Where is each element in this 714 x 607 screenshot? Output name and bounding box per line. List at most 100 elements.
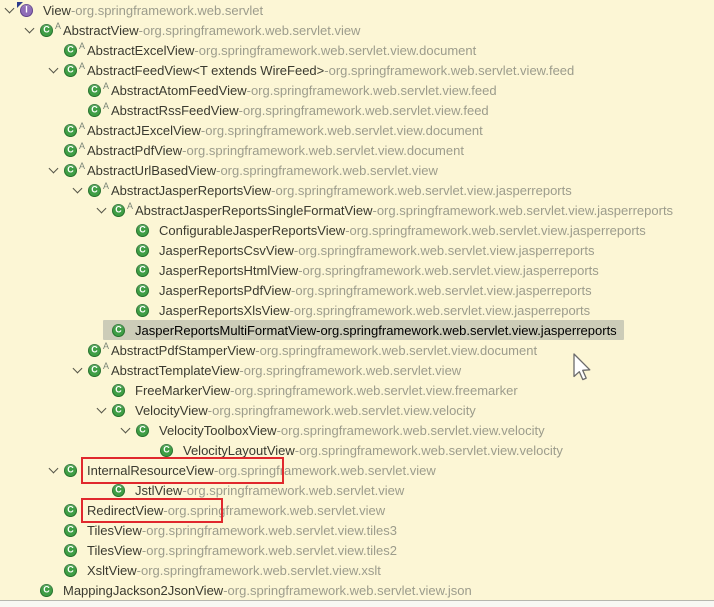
- class-icon: C: [88, 84, 101, 97]
- class-icon: C: [112, 384, 125, 397]
- icon-letter: C: [67, 145, 74, 154]
- class-icon: C: [88, 364, 101, 377]
- tree-row-jasperreportshtmlview[interactable]: C JasperReportsHtmlView - org.springfram…: [0, 260, 714, 280]
- tree-row-view[interactable]: I View - org.springframework.web.servlet: [0, 0, 714, 20]
- tree-row-content[interactable]: C A AbstractRssFeedView - org.springfram…: [79, 100, 496, 120]
- class-name: JasperReportsXlsView: [159, 303, 290, 318]
- tree-row-content[interactable]: C ConfigurableJasperReportsView - org.sp…: [127, 220, 653, 240]
- tree-row-content[interactable]: C MappingJackson2JsonView - org.springfr…: [31, 580, 479, 600]
- icon-letter: C: [91, 85, 98, 94]
- tree-row-jasperreportspdfview[interactable]: C JasperReportsPdfView - org.springframe…: [0, 280, 714, 300]
- tree-row-content[interactable]: C JstlView - org.springframework.web.ser…: [103, 480, 411, 500]
- tree-row-tilesview[interactable]: C TilesView - org.springframework.web.se…: [0, 520, 714, 540]
- tree-row-abstractpdfstamperview[interactable]: C A AbstractPdfStamperView - org.springf…: [0, 340, 714, 360]
- tree-row-content[interactable]: C JasperReportsMultiFormatView - org.spr…: [103, 320, 624, 340]
- package-name: org.springframework.web.servlet.view: [244, 363, 461, 378]
- tree-row-content[interactable]: C A AbstractJasperReportsView - org.spri…: [79, 180, 579, 200]
- tree-row-mappingjackson2jsonview[interactable]: C MappingJackson2JsonView - org.springfr…: [0, 580, 714, 600]
- tree-row-xsltview[interactable]: C XsltView - org.springframework.web.ser…: [0, 560, 714, 580]
- class-name: TilesView: [87, 543, 142, 558]
- tree-row-abstractfeedview-t-extends-wirefeed[interactable]: C A AbstractFeedView<T extends WireFeed>…: [0, 60, 714, 80]
- tree-row-freemarkerview[interactable]: C FreeMarkerView - org.springframework.w…: [0, 380, 714, 400]
- icon-letter: C: [91, 185, 98, 194]
- tree-row-content[interactable]: C A AbstractTemplateView - org.springfra…: [79, 360, 468, 380]
- package-name: org.springframework.web.servlet.view.jas…: [350, 223, 646, 238]
- class-name: AbstractFeedView<T extends WireFeed>: [87, 63, 324, 78]
- package-name: org.springframework.web.servlet.view.jas…: [295, 283, 591, 298]
- class-name: AbstractTemplateView: [111, 363, 239, 378]
- tree-row-configurablejasperreportsview[interactable]: C ConfigurableJasperReportsView - org.sp…: [0, 220, 714, 240]
- class-name: AbstractJExcelView: [87, 123, 201, 138]
- tree-row-abstractpdfview[interactable]: C A AbstractPdfView - org.springframewor…: [0, 140, 714, 160]
- package-name: org.springframework.web.servlet.view.xsl…: [141, 563, 381, 578]
- tree-row-jstlview[interactable]: C JstlView - org.springframework.web.ser…: [0, 480, 714, 500]
- tree-row-content[interactable]: C FreeMarkerView - org.springframework.w…: [103, 380, 525, 400]
- tree-row-jasperreportsmultiformatview[interactable]: C JasperReportsMultiFormatView - org.spr…: [0, 320, 714, 340]
- package-name: org.springframework.web.servlet.view.doc…: [199, 43, 476, 58]
- class-icon: C: [64, 564, 77, 577]
- tree-row-abstractrssfeedview[interactable]: C A AbstractRssFeedView - org.springfram…: [0, 100, 714, 120]
- tree-row-abstracturlbasedview[interactable]: C A AbstractUrlBasedView - org.springfra…: [0, 160, 714, 180]
- tree-row-content[interactable]: C JasperReportsPdfView - org.springframe…: [127, 280, 599, 300]
- tree-row-jasperreportscsvview[interactable]: C JasperReportsCsvView - org.springframe…: [0, 240, 714, 260]
- tree-row-content[interactable]: C VelocityLayoutView - org.springframewo…: [151, 440, 570, 460]
- class-icon: C: [136, 304, 149, 317]
- icon-letter: C: [67, 65, 74, 74]
- tree-row-content[interactable]: C A AbstractPdfStamperView - org.springf…: [79, 340, 544, 360]
- class-icon: C: [136, 424, 149, 437]
- tree-row-velocityview[interactable]: C VelocityView - org.springframework.web…: [0, 400, 714, 420]
- tree-row-abstractjasperreportsview[interactable]: C A AbstractJasperReportsView - org.spri…: [0, 180, 714, 200]
- tree-row-content[interactable]: C JasperReportsXlsView - org.springframe…: [127, 300, 597, 320]
- abstract-marker: A: [79, 122, 87, 131]
- class-name: JasperReportsCsvView: [159, 243, 294, 258]
- icon-letter: C: [139, 225, 146, 234]
- tree-row-abstractexcelview[interactable]: C A AbstractExcelView - org.springframew…: [0, 40, 714, 60]
- icon-letter: C: [115, 405, 122, 414]
- tree-row-content[interactable]: C A AbstractUrlBasedView - org.springfra…: [55, 160, 445, 180]
- package-name: org.springframework.web.servlet.view.jas…: [377, 203, 673, 218]
- class-icon: C: [136, 224, 149, 237]
- tree-row-content[interactable]: C VelocityView - org.springframework.web…: [103, 400, 483, 420]
- tree-row-content[interactable]: C JasperReportsCsvView - org.springframe…: [127, 240, 601, 260]
- tree-row-content[interactable]: C A AbstractView - org.springframework.w…: [31, 20, 367, 40]
- class-name: JstlView: [135, 483, 182, 498]
- class-name: InternalResourceView: [87, 463, 214, 478]
- tree-row-content[interactable]: C InternalResourceView - org.springframe…: [55, 460, 443, 480]
- tree-row-content[interactable]: C XsltView - org.springframework.web.ser…: [55, 560, 388, 580]
- class-icon: C: [64, 144, 77, 157]
- tree-row-redirectview[interactable]: C RedirectView - org.springframework.web…: [0, 500, 714, 520]
- tree-row-content[interactable]: C A AbstractJExcelView - org.springframe…: [55, 120, 490, 140]
- tree-row-content[interactable]: C JasperReportsHtmlView - org.springfram…: [127, 260, 606, 280]
- abstract-marker: A: [103, 82, 111, 91]
- tree-row-abstracttemplateview[interactable]: C A AbstractTemplateView - org.springfra…: [0, 360, 714, 380]
- tree-row-content[interactable]: C A AbstractFeedView<T extends WireFeed>…: [55, 60, 581, 80]
- tree-row-content[interactable]: C A AbstractJasperReportsSingleFormatVie…: [103, 200, 680, 220]
- tree-row-velocitytoolboxview[interactable]: C VelocityToolboxView - org.springframew…: [0, 420, 714, 440]
- tree-row-velocitylayoutview[interactable]: C VelocityLayoutView - org.springframewo…: [0, 440, 714, 460]
- tree-row-abstractview[interactable]: C A AbstractView - org.springframework.w…: [0, 20, 714, 40]
- tree-row-tilesview[interactable]: C TilesView - org.springframework.web.se…: [0, 540, 714, 560]
- tree-row-abstractatomfeedview[interactable]: C A AbstractAtomFeedView - org.springfra…: [0, 80, 714, 100]
- class-name: AbstractJasperReportsSingleFormatView: [135, 203, 372, 218]
- tree-row-internalresourceview[interactable]: C InternalResourceView - org.springframe…: [0, 460, 714, 480]
- tree-row-content[interactable]: C RedirectView - org.springframework.web…: [55, 500, 392, 520]
- tree-row-content[interactable]: I View - org.springframework.web.servlet: [11, 0, 270, 20]
- type-hierarchy-panel: I View - org.springframework.web.servlet…: [0, 0, 714, 607]
- tree-row-content[interactable]: C VelocityToolboxView - org.springframew…: [127, 420, 552, 440]
- tree-row-content[interactable]: C TilesView - org.springframework.web.se…: [55, 520, 404, 540]
- tree-row-content[interactable]: C TilesView - org.springframework.web.se…: [55, 540, 404, 560]
- package-name: org.springframework.web.servlet.view.fee…: [243, 103, 489, 118]
- tree-row-content[interactable]: C A AbstractPdfView - org.springframewor…: [55, 140, 471, 160]
- icon-letter: C: [67, 565, 74, 574]
- tree-row-jasperreportsxlsview[interactable]: C JasperReportsXlsView - org.springframe…: [0, 300, 714, 320]
- class-icon: C: [64, 164, 77, 177]
- package-name: org.springframework.web.servlet.view.doc…: [205, 123, 482, 138]
- class-name: ConfigurableJasperReportsView: [159, 223, 345, 238]
- tree-row-abstractjexcelview[interactable]: C A AbstractJExcelView - org.springframe…: [0, 120, 714, 140]
- tree-row-content[interactable]: C A AbstractAtomFeedView - org.springfra…: [79, 80, 504, 100]
- class-icon: C: [40, 24, 53, 37]
- package-name: org.springframework.web.servlet.view.vel…: [299, 443, 563, 458]
- tree-row-abstractjasperreportssingleformatview[interactable]: C A AbstractJasperReportsSingleFormatVie…: [0, 200, 714, 220]
- icon-letter: C: [43, 585, 50, 594]
- tree-row-content[interactable]: C A AbstractExcelView - org.springframew…: [55, 40, 483, 60]
